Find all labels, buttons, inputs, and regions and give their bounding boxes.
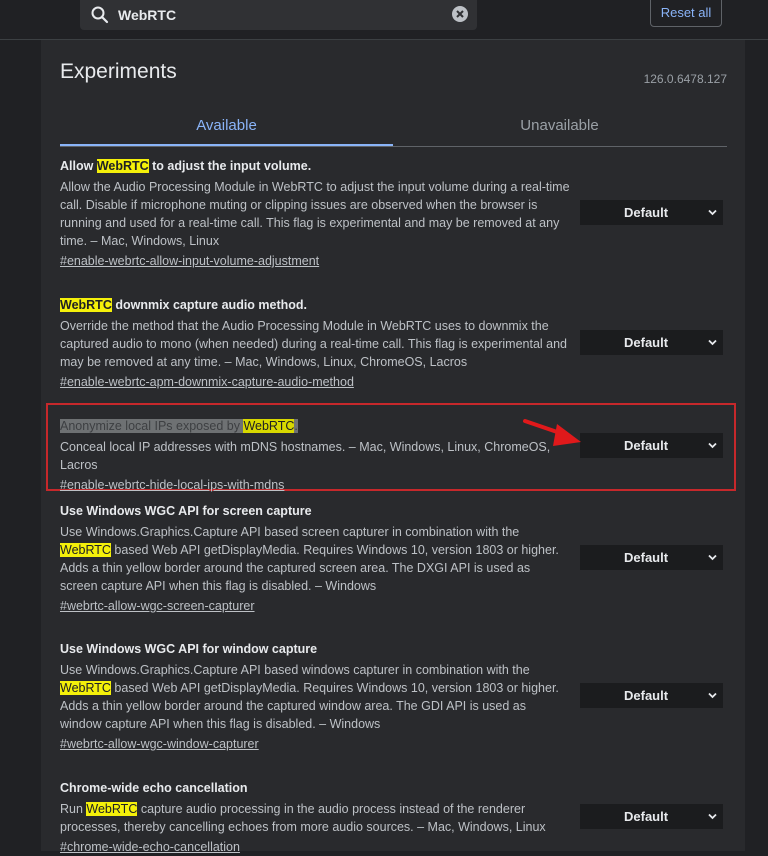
flag-link[interactable]: #enable-webrtc-hide-local-ips-with-mdns — [60, 476, 284, 494]
flag-select[interactable]: Default — [580, 545, 723, 570]
reset-all-button[interactable]: Reset all — [650, 0, 722, 27]
flag-link[interactable]: #webrtc-allow-wgc-screen-capturer — [60, 597, 255, 615]
top-bar: Reset all — [0, 0, 768, 40]
flag-description: Conceal local IP addresses with mDNS hos… — [60, 440, 551, 472]
chevron-down-icon — [708, 692, 717, 699]
search-box[interactable] — [80, 0, 477, 30]
flag-select[interactable]: Default — [580, 433, 723, 458]
flag-select-value: Default — [624, 335, 669, 350]
flag-name: Use Windows WGC API for screen capture — [60, 504, 312, 518]
flag-description: Use Windows.Graphics.Capture API based w… — [60, 663, 559, 731]
flag-select-value: Default — [624, 809, 669, 824]
flag-description: Override the method that the Audio Proce… — [60, 319, 568, 369]
page-title: Experiments — [60, 60, 177, 83]
version-label: 126.0.6478.127 — [643, 72, 727, 86]
flag-select[interactable]: Default — [580, 804, 723, 829]
flag-description: Allow the Audio Processing Module in Web… — [60, 180, 570, 248]
flag-select-value: Default — [624, 205, 669, 220]
flag-name: Use Windows WGC API for window capture — [60, 642, 318, 656]
search-icon — [91, 6, 109, 24]
search-input[interactable] — [118, 4, 438, 26]
flag-select[interactable]: Default — [580, 330, 723, 355]
flag-link[interactable]: #webrtc-allow-wgc-window-capturer — [60, 735, 259, 753]
tab-available[interactable]: Available — [60, 106, 393, 146]
flag-link[interactable]: #enable-webrtc-apm-downmix-capture-audio… — [60, 373, 354, 391]
flag-select[interactable]: Default — [580, 683, 723, 708]
chevron-down-icon — [708, 209, 717, 216]
chevron-down-icon — [708, 554, 717, 561]
red-arrow-icon — [523, 419, 581, 446]
flag-link[interactable]: #enable-webrtc-allow-input-volume-adjust… — [60, 252, 319, 270]
flag-select-value: Default — [624, 550, 669, 565]
flag-description: Use Windows.Graphics.Capture API based s… — [60, 525, 559, 593]
clear-search-icon[interactable] — [451, 5, 469, 23]
flag-name: WebRTC downmix capture audio method. — [60, 298, 308, 312]
chevron-down-icon — [708, 813, 717, 820]
flag-description: Run WebRTC capture audio processing in t… — [60, 802, 546, 834]
tab-unavailable[interactable]: Unavailable — [393, 106, 726, 144]
chevron-down-icon — [708, 339, 717, 346]
flag-select[interactable]: Default — [580, 200, 723, 225]
experiments-panel: Experiments 126.0.6478.127 Available Una… — [41, 40, 745, 854]
chevron-down-icon — [708, 442, 717, 449]
flag-name: Allow WebRTC to adjust the input volume. — [60, 159, 312, 173]
tab-bar: Available Unavailable — [60, 106, 727, 147]
flag-select-value: Default — [624, 688, 669, 703]
flag-link[interactable]: #chrome-wide-echo-cancellation — [60, 838, 240, 856]
flag-select-value: Default — [624, 438, 669, 453]
flag-name: Chrome-wide echo cancellation — [60, 781, 248, 795]
